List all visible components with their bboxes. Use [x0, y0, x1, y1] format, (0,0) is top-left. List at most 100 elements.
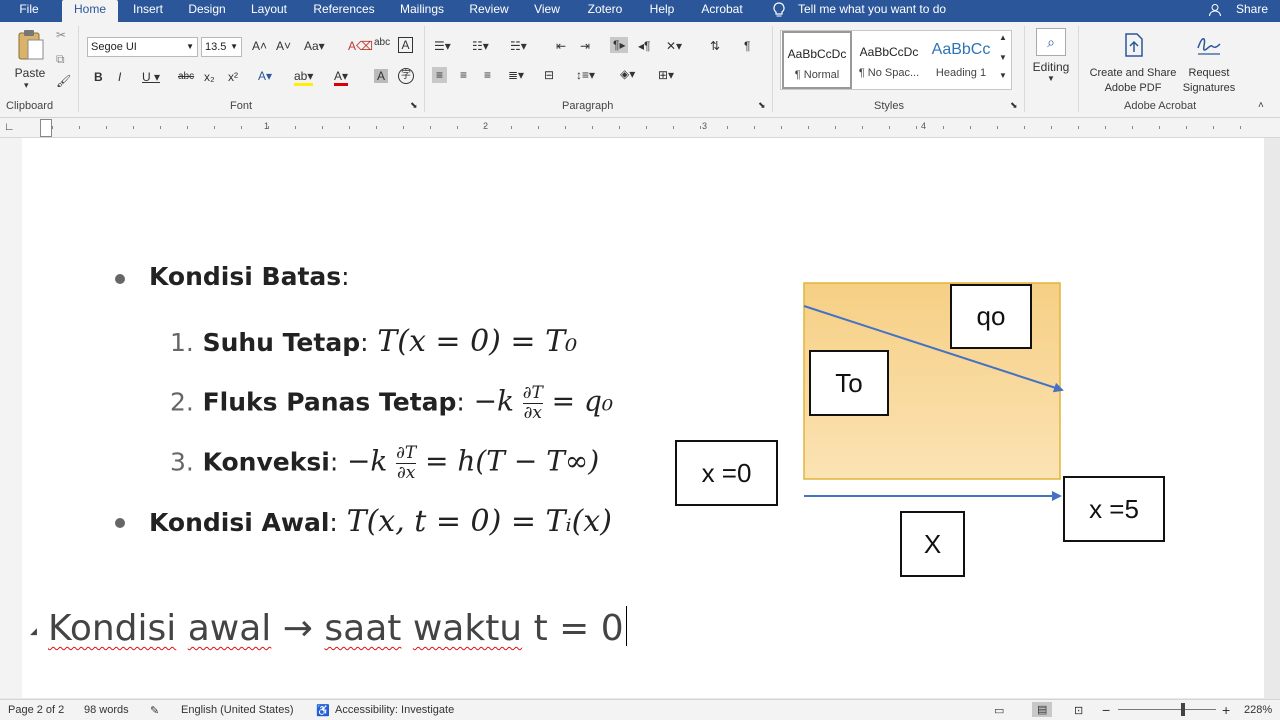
decrease-indent-icon[interactable]: ⇤: [556, 39, 566, 53]
tab-insert[interactable]: Insert: [126, 0, 170, 22]
collapse-heading-icon[interactable]: ◢: [30, 626, 37, 637]
underline-icon[interactable]: U ▾: [142, 70, 160, 84]
ltr-direction-icon[interactable]: ¶▸: [610, 37, 629, 53]
sort-icon[interactable]: ⇅: [710, 39, 720, 53]
print-layout-icon[interactable]: ▤: [1032, 702, 1053, 717]
lightbulb-icon: [773, 2, 785, 17]
shrink-font-icon[interactable]: A˅: [276, 39, 291, 53]
zoom-slider[interactable]: [1118, 709, 1216, 710]
zoom-level[interactable]: 228%: [1244, 704, 1272, 716]
grow-font-icon[interactable]: A˄: [252, 39, 267, 53]
word-awal: awal: [187, 608, 272, 649]
borders-icon[interactable]: ⊞▾: [658, 68, 674, 82]
align-right-icon[interactable]: ≡: [484, 68, 491, 82]
shading-icon[interactable]: ◈▾: [620, 67, 635, 81]
subscript-icon[interactable]: x₂: [204, 70, 215, 84]
multilevel-list-icon[interactable]: ☵▾: [510, 39, 527, 53]
qo-label: qo: [950, 284, 1032, 349]
copy-icon[interactable]: ⧉: [56, 52, 65, 67]
styles-scroll-down-icon[interactable]: ▼: [999, 53, 1007, 62]
tab-review[interactable]: Review: [466, 0, 512, 22]
tell-me-search[interactable]: Tell me what you want to do: [798, 0, 946, 19]
zoom-slider-thumb[interactable]: [1181, 703, 1185, 716]
editing-button[interactable]: ⌕ Editing ▼: [1030, 28, 1072, 83]
tab-help[interactable]: Help: [644, 0, 680, 22]
bold-icon[interactable]: B: [94, 70, 103, 84]
document-page[interactable]: Kondisi Batas: 1. Suhu Tetap: T(x = 0) =…: [22, 138, 1264, 698]
zoom-out-icon[interactable]: −: [1102, 702, 1110, 718]
style-preview: AaBbCcDc: [859, 45, 919, 59]
increase-indent-icon[interactable]: ⇥: [580, 39, 590, 53]
ruler-ticks: [52, 126, 1260, 129]
accessibility-status[interactable]: Accessibility: Investigate: [335, 704, 454, 716]
cut-icon[interactable]: ✂: [56, 28, 66, 42]
paragraph-dialog-launcher-icon[interactable]: ⬊: [758, 100, 766, 111]
page-count[interactable]: Page 2 of 2: [8, 704, 64, 716]
show-marks-icon[interactable]: ¶: [744, 39, 750, 53]
superscript-icon[interactable]: x²: [228, 70, 238, 84]
current-typing-line[interactable]: Kondisi awal → saat waktu t = 0: [48, 606, 628, 649]
zoom-in-icon[interactable]: +: [1222, 702, 1230, 718]
ruler-tab-selector[interactable]: ∟: [4, 121, 15, 133]
web-layout-icon[interactable]: ⊡: [1074, 704, 1083, 717]
change-case-icon[interactable]: Aa▾: [304, 39, 325, 53]
search-icon: ⌕: [1036, 28, 1066, 56]
distributed-icon[interactable]: ⊟: [544, 68, 554, 82]
divider: [1078, 26, 1079, 112]
character-border-icon[interactable]: A: [398, 37, 413, 53]
styles-scroll-up-icon[interactable]: ▲: [999, 33, 1007, 42]
paste-dropdown-icon[interactable]: ▾: [24, 80, 29, 91]
asian-layout-icon[interactable]: ✕▾: [666, 39, 682, 53]
tab-zotero[interactable]: Zotero: [582, 0, 628, 22]
highlight-icon[interactable]: ab▾: [294, 69, 314, 86]
styles-more-icon[interactable]: ▼: [999, 71, 1007, 80]
line-spacing-icon[interactable]: ↕≡▾: [576, 68, 595, 82]
horizontal-ruler[interactable]: ∟ 1 2 3 4: [0, 118, 1280, 138]
tab-layout[interactable]: Layout: [246, 0, 292, 22]
style-heading-1[interactable]: AaBbCc Heading 1: [926, 31, 996, 89]
numbering-icon[interactable]: ☷▾: [472, 39, 489, 53]
font-name-select[interactable]: Segoe UI ▼: [87, 37, 198, 57]
tab-view[interactable]: View: [528, 0, 566, 22]
rtl-direction-icon[interactable]: ◂¶: [638, 39, 650, 53]
bullets-icon[interactable]: ☰▾: [434, 39, 451, 53]
align-left-icon[interactable]: ≡: [432, 67, 448, 83]
justify-icon[interactable]: ≣▾: [508, 68, 524, 82]
text-effects-icon[interactable]: A▾: [258, 69, 272, 83]
request-signatures-button[interactable]: Request Signatures: [1182, 66, 1236, 96]
x-axis-label: X: [900, 511, 965, 577]
share-button[interactable]: Share: [1236, 0, 1268, 19]
character-shading-icon[interactable]: A: [374, 69, 389, 83]
align-center-icon[interactable]: ≡: [460, 68, 467, 82]
paste-button[interactable]: Paste: [10, 66, 50, 80]
style-normal[interactable]: AaBbCcDc ¶ Normal: [782, 31, 852, 89]
font-color-icon[interactable]: A▾: [334, 69, 349, 86]
tab-home[interactable]: Home: [62, 0, 118, 22]
tab-file[interactable]: File: [8, 0, 50, 22]
create-share-pdf-button[interactable]: Create and Share Adobe PDF: [1084, 66, 1182, 96]
font-dialog-launcher-icon[interactable]: ⬊: [410, 100, 418, 111]
format-painter-icon[interactable]: 🖌: [56, 74, 71, 88]
tab-design[interactable]: Design: [184, 0, 230, 22]
collapse-ribbon-icon[interactable]: ˄: [1258, 100, 1264, 111]
tab-references[interactable]: References: [310, 0, 378, 22]
strikethrough-icon[interactable]: abc: [178, 71, 194, 82]
phonetic-guide-icon[interactable]: abc: [374, 37, 390, 48]
tab-mailings[interactable]: Mailings: [394, 0, 450, 22]
font-size-select[interactable]: 13.5 ▼: [201, 37, 242, 57]
style-no-spacing[interactable]: AaBbCcDc ¶ No Spac...: [854, 31, 924, 89]
clipboard-group-label: Clipboard: [6, 100, 54, 112]
enclose-character-icon[interactable]: 字: [398, 68, 414, 84]
indent-marker[interactable]: [40, 119, 52, 137]
italic-icon[interactable]: I: [118, 70, 121, 84]
divider: [772, 26, 773, 112]
clear-formatting-icon[interactable]: A⌫: [348, 39, 373, 53]
styles-dialog-launcher-icon[interactable]: ⬊: [1010, 100, 1018, 111]
proofing-icon[interactable]: ✎: [150, 704, 159, 717]
language-indicator[interactable]: English (United States): [181, 704, 294, 716]
word-count[interactable]: 98 words: [84, 704, 129, 716]
editing-label: Editing: [1032, 60, 1070, 74]
tab-acrobat[interactable]: Acrobat: [696, 0, 748, 22]
divider: [78, 26, 79, 112]
read-mode-icon[interactable]: ▭: [994, 704, 1004, 717]
